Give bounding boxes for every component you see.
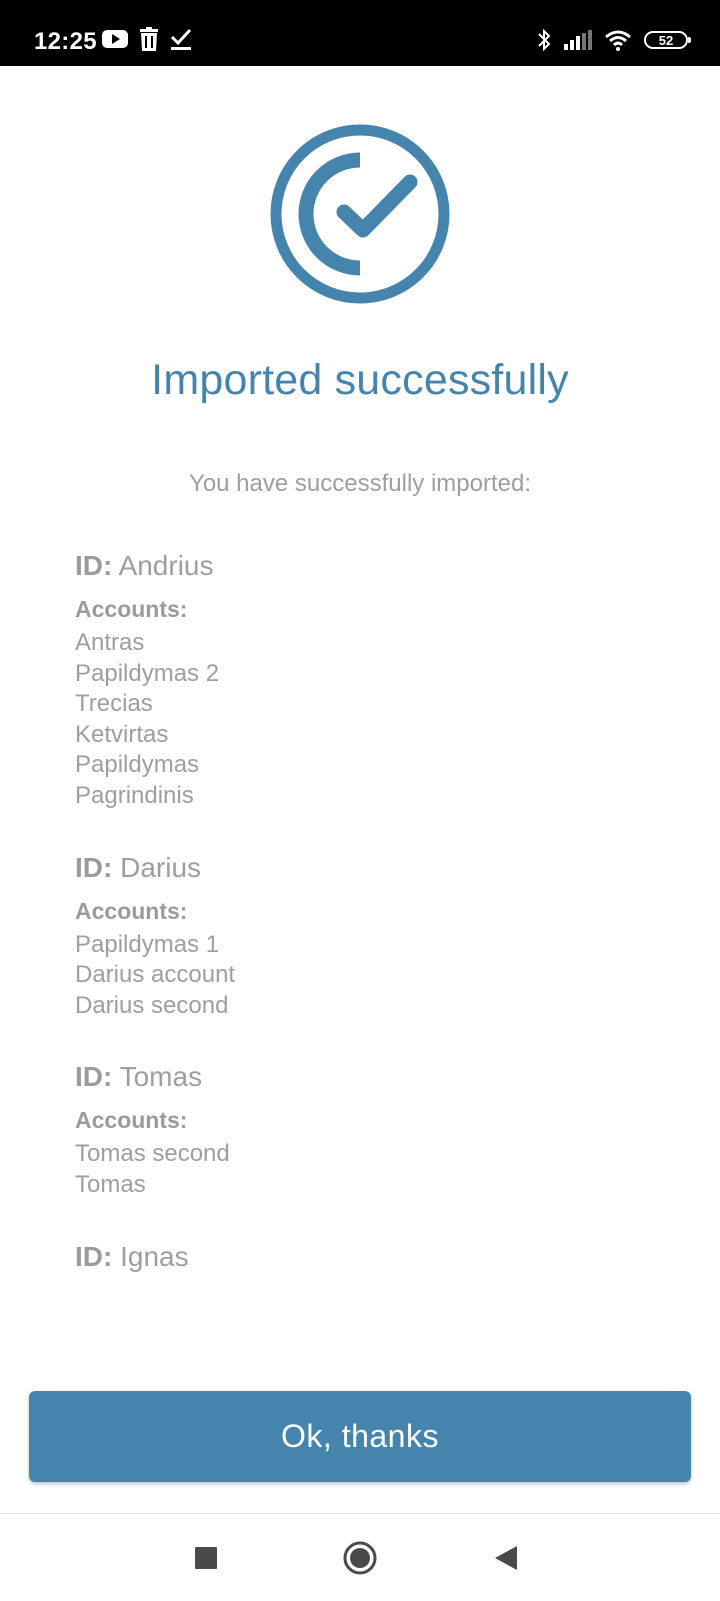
id-label: ID: xyxy=(75,851,113,883)
import-id: ID: Andrius xyxy=(75,548,655,584)
id-value: Andrius xyxy=(118,550,214,581)
success-check-icon xyxy=(270,124,450,304)
bluetooth-icon xyxy=(538,28,551,52)
back-button[interactable] xyxy=(466,1514,546,1601)
id-label: ID: xyxy=(75,1061,113,1093)
import-entry: ID: Andrius Accounts: Antras Papildymas 2 Tr… xyxy=(75,548,655,812)
youtube-icon xyxy=(102,30,128,48)
check-icon xyxy=(170,28,192,50)
import-list: ID: Andrius Accounts: Antras Papildymas 2 Tr… xyxy=(75,548,655,1313)
import-entry: ID: Darius Accounts: Papildymas 1 Darius ac… xyxy=(75,850,655,1022)
import-entry: ID: Ignas xyxy=(75,1239,655,1275)
id-value: Darius xyxy=(120,851,202,883)
back-icon xyxy=(495,1545,517,1570)
account-item: Pagrindinis xyxy=(75,781,194,809)
account-item: Tomas second xyxy=(75,1140,230,1168)
accounts-label: Accounts: xyxy=(75,897,188,924)
home-icon xyxy=(343,1541,377,1574)
account-item: Darius account xyxy=(75,961,236,989)
account-item: Papildymas 2 xyxy=(75,659,220,687)
ok-thanks-button[interactable]: Ok, thanks xyxy=(29,1391,691,1482)
import-id: ID: Darius xyxy=(75,850,655,886)
accounts-label: Accounts: xyxy=(75,596,188,622)
import-id: ID: Ignas xyxy=(75,1239,655,1275)
import-id: ID: Tomas xyxy=(75,1059,655,1095)
id-value: Tomas xyxy=(119,1061,203,1093)
account-item: Tomas xyxy=(75,1170,146,1198)
navigation-bar xyxy=(0,1513,720,1601)
account-item: Ketvirtas xyxy=(75,720,169,748)
signal-icon xyxy=(564,30,592,50)
import-entry: ID: Tomas Accounts: Tomas second Tomas xyxy=(75,1059,655,1200)
id-value: Ignas xyxy=(120,1240,189,1272)
wifi-icon xyxy=(605,30,631,51)
account-item: Darius second xyxy=(75,991,229,1019)
recents-icon xyxy=(195,1546,217,1569)
trash-icon xyxy=(140,27,158,51)
recents-button[interactable] xyxy=(166,1514,246,1601)
home-button[interactable] xyxy=(320,1514,400,1601)
account-item: Papildymas xyxy=(75,751,200,779)
account-item: Papildymas 1 xyxy=(75,930,220,958)
account-item: Antras xyxy=(75,629,145,656)
id-label: ID: xyxy=(75,1240,113,1272)
page-subtitle: You have successfully imported: xyxy=(189,470,531,497)
page-title: Imported successfully xyxy=(151,356,569,404)
id-label: ID: xyxy=(75,550,113,581)
status-bar: 12:25 52 xyxy=(0,0,720,66)
accounts-label: Accounts: xyxy=(75,1107,188,1134)
account-item: Trecias xyxy=(75,690,153,718)
import-result: Imported successfully You have successfu… xyxy=(0,66,720,1356)
battery-icon: 52 xyxy=(644,31,691,49)
